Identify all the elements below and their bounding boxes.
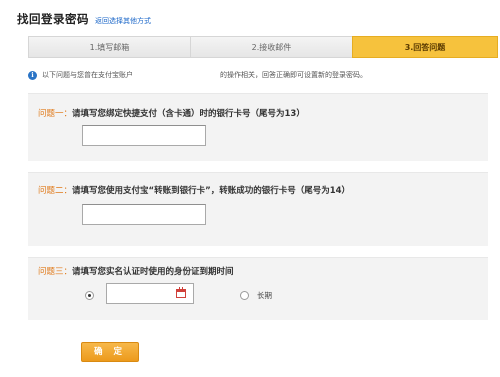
date-radio-button[interactable] [85, 291, 94, 300]
question-2-answer-input[interactable] [82, 204, 206, 225]
switch-method-link[interactable]: 返回选择其他方式 [95, 16, 151, 26]
long-term-radio-button[interactable] [240, 291, 249, 300]
question-2-label: 问题二：请填写您使用支付宝“转账到银行卡”，转账成功的银行卡号（尾号为14） [38, 184, 350, 196]
step-fill-email: 1.填写邮箱 [28, 36, 190, 58]
info-notice: i 以下问题与您曾在支付宝账户 的操作相关，回答正确即可设置新的登录密码。 [28, 69, 488, 81]
question-3-label: 问题三：请填写您实名认证时使用的身份证到期时间 [38, 265, 234, 277]
confirm-button[interactable]: 确 定 [81, 342, 139, 362]
info-text-part1: 以下问题与您曾在支付宝账户 [42, 71, 133, 79]
question-2-number: 问题二： [38, 186, 73, 196]
header: 找回登录密码 返回选择其他方式 [17, 11, 151, 27]
question-1-label: 问题一：请填写您绑定快捷支付（含卡通）时的银行卡号（尾号为13） [38, 107, 305, 119]
calendar-icon[interactable] [176, 287, 186, 298]
step-progress: 1.填写邮箱 2.接收邮件 3.回答问题 [28, 36, 498, 58]
question-1-answer-input[interactable] [82, 125, 206, 146]
long-term-label: 长期 [257, 291, 272, 300]
question-panel-3: 问题三：请填写您实名认证时使用的身份证到期时间 长期 [28, 257, 488, 320]
question-panel-1: 问题一：请填写您绑定快捷支付（含卡通）时的银行卡号（尾号为13） [28, 93, 488, 161]
question-3-text: 请填写您实名认证时使用的身份证到期时间 [72, 267, 234, 277]
question-2-text: 请填写您使用支付宝“转账到银行卡”，转账成功的银行卡号（尾号为14） [72, 186, 351, 196]
question-panel-2: 问题二：请填写您使用支付宝“转账到银行卡”，转账成功的银行卡号（尾号为14） [28, 172, 488, 246]
step-answer-questions: 3.回答问题 [352, 36, 498, 58]
question-3-number: 问题三： [38, 267, 73, 277]
info-text-part2: 的操作相关，回答正确即可设置新的登录密码。 [220, 71, 367, 79]
step-receive-email: 2.接收邮件 [190, 36, 352, 58]
page-title: 找回登录密码 [17, 12, 89, 26]
question-1-text: 请填写您绑定快捷支付（含卡通）时的银行卡号（尾号为13） [72, 109, 305, 119]
question-1-number: 问题一： [38, 109, 73, 119]
info-icon: i [28, 70, 37, 80]
